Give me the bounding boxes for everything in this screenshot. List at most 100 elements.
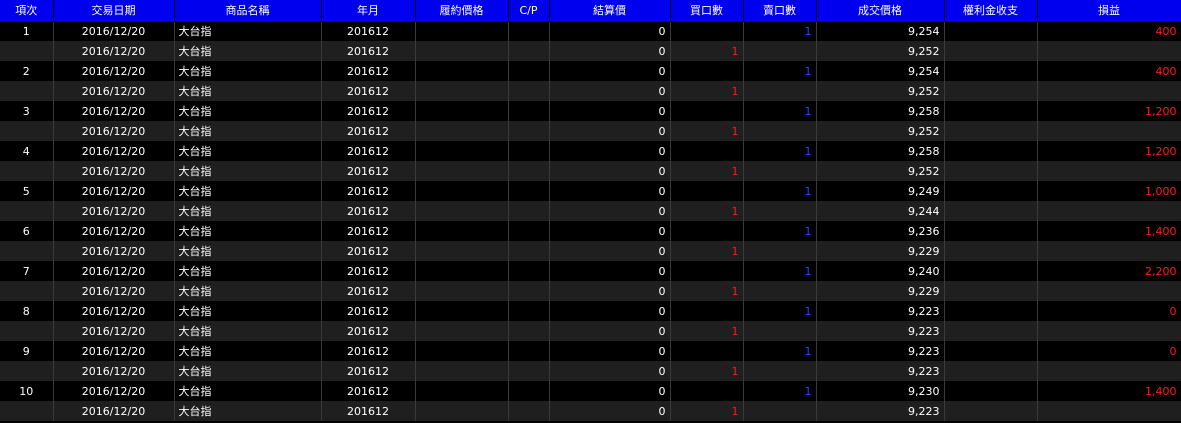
cell-item-no: 5	[0, 181, 54, 201]
cell-premium	[944, 321, 1038, 341]
cell-trade-date: 2016/12/20	[53, 401, 175, 421]
cell-year-month: 201612	[321, 61, 416, 81]
cell-item-no	[0, 401, 54, 421]
col-header-settle[interactable]: 結算價	[549, 0, 671, 22]
cell-settle: 0	[549, 161, 671, 181]
cell-year-month: 201612	[321, 121, 416, 141]
cell-product: 大台指	[174, 201, 322, 221]
cell-settle: 0	[549, 41, 671, 61]
cell-item-no	[0, 241, 54, 261]
cell-settle: 0	[549, 21, 671, 41]
cell-strike	[415, 321, 509, 341]
cell-trade-date: 2016/12/20	[53, 341, 175, 361]
table-row[interactable]: 6 2016/12/20 大台指 201612 0 1 9,236 1,400	[0, 221, 1181, 241]
cell-price: 9,236	[816, 221, 945, 241]
table-row[interactable]: 2016/12/20 大台指 201612 0 1 9,252	[0, 81, 1181, 101]
table-row[interactable]: 2016/12/20 大台指 201612 0 1 9,229	[0, 281, 1181, 301]
col-header-sell-qty[interactable]: 賣口數	[743, 0, 817, 22]
cell-trade-date: 2016/12/20	[53, 61, 175, 81]
col-header-premium[interactable]: 權利金收支	[944, 0, 1038, 22]
cell-sell-qty: 1	[743, 141, 817, 161]
cell-buy-qty: 1	[670, 361, 744, 381]
cell-strike	[415, 261, 509, 281]
cell-trade-date: 2016/12/20	[53, 101, 175, 121]
col-header-no[interactable]: 項次	[0, 0, 54, 22]
cell-price: 9,229	[816, 241, 945, 261]
cell-buy-qty	[670, 181, 744, 201]
cell-pnl: 400	[1037, 61, 1181, 81]
cell-pnl	[1037, 361, 1181, 381]
cell-sell-qty: 1	[743, 181, 817, 201]
cell-pnl	[1037, 241, 1181, 261]
table-row[interactable]: 2016/12/20 大台指 201612 0 1 9,229	[0, 241, 1181, 261]
table-row[interactable]: 2016/12/20 大台指 201612 0 1 9,223	[0, 401, 1181, 421]
cell-settle: 0	[549, 261, 671, 281]
cell-item-no: 10	[0, 381, 54, 401]
table-row[interactable]: 9 2016/12/20 大台指 201612 0 1 9,223 0	[0, 341, 1181, 361]
table-row[interactable]: 2016/12/20 大台指 201612 0 1 9,244	[0, 201, 1181, 221]
cell-cp	[508, 281, 550, 301]
table-row[interactable]: 2016/12/20 大台指 201612 0 1 9,223	[0, 361, 1181, 381]
cell-price: 9,254	[816, 21, 945, 41]
table-row[interactable]: 2016/12/20 大台指 201612 0 1 9,252	[0, 41, 1181, 61]
cell-price: 9,252	[816, 41, 945, 61]
col-header-product[interactable]: 商品名稱	[174, 0, 322, 22]
cell-buy-qty: 1	[670, 321, 744, 341]
col-header-year-month[interactable]: 年月	[321, 0, 416, 22]
col-header-price[interactable]: 成交價格	[816, 0, 945, 22]
table-row[interactable]: 1 2016/12/20 大台指 201612 0 1 9,254 400	[0, 21, 1181, 41]
cell-product: 大台指	[174, 401, 322, 421]
cell-settle: 0	[549, 321, 671, 341]
cell-price: 9,223	[816, 361, 945, 381]
cell-trade-date: 2016/12/20	[53, 301, 175, 321]
col-header-pnl[interactable]: 損益	[1037, 0, 1181, 22]
table-row[interactable]: 2016/12/20 大台指 201612 0 1 9,252	[0, 121, 1181, 141]
cell-year-month: 201612	[321, 161, 416, 181]
cell-settle: 0	[549, 301, 671, 321]
table-row[interactable]: 2016/12/20 大台指 201612 0 1 9,252	[0, 161, 1181, 181]
cell-trade-date: 2016/12/20	[53, 241, 175, 261]
table-row[interactable]: 10 2016/12/20 大台指 201612 0 1 9,230 1,400	[0, 381, 1181, 401]
cell-buy-qty: 1	[670, 81, 744, 101]
cell-pnl	[1037, 81, 1181, 101]
cell-item-no: 1	[0, 21, 54, 41]
cell-price: 9,240	[816, 261, 945, 281]
cell-price: 9,223	[816, 341, 945, 361]
cell-price: 9,252	[816, 121, 945, 141]
cell-cp	[508, 41, 550, 61]
cell-premium	[944, 241, 1038, 261]
cell-product: 大台指	[174, 281, 322, 301]
cell-settle: 0	[549, 281, 671, 301]
table-row[interactable]: 8 2016/12/20 大台指 201612 0 1 9,223 0	[0, 301, 1181, 321]
cell-pnl: 1,000	[1037, 181, 1181, 201]
cell-product: 大台指	[174, 101, 322, 121]
cell-premium	[944, 161, 1038, 181]
cell-cp	[508, 261, 550, 281]
cell-premium	[944, 121, 1038, 141]
cell-pnl	[1037, 321, 1181, 341]
cell-item-no	[0, 161, 54, 181]
table-row[interactable]: 3 2016/12/20 大台指 201612 0 1 9,258 1,200	[0, 101, 1181, 121]
col-header-strike[interactable]: 履約價格	[415, 0, 509, 22]
cell-cp	[508, 381, 550, 401]
cell-product: 大台指	[174, 81, 322, 101]
cell-sell-qty	[743, 321, 817, 341]
table-row[interactable]: 2016/12/20 大台指 201612 0 1 9,223	[0, 321, 1181, 341]
table-row[interactable]: 5 2016/12/20 大台指 201612 0 1 9,249 1,000	[0, 181, 1181, 201]
col-header-date[interactable]: 交易日期	[53, 0, 175, 22]
cell-pnl	[1037, 121, 1181, 141]
col-header-cp[interactable]: C/P	[508, 0, 550, 22]
cell-settle: 0	[549, 401, 671, 421]
cell-settle: 0	[549, 221, 671, 241]
cell-year-month: 201612	[321, 201, 416, 221]
table-row[interactable]: 2 2016/12/20 大台指 201612 0 1 9,254 400	[0, 61, 1181, 81]
col-header-buy-qty[interactable]: 買口數	[670, 0, 744, 22]
cell-pnl	[1037, 401, 1181, 421]
cell-premium	[944, 201, 1038, 221]
table-row[interactable]: 7 2016/12/20 大台指 201612 0 1 9,240 2,200	[0, 261, 1181, 281]
table-row[interactable]: 4 2016/12/20 大台指 201612 0 1 9,258 1,200	[0, 141, 1181, 161]
cell-item-no	[0, 41, 54, 61]
cell-buy-qty	[670, 141, 744, 161]
cell-strike	[415, 361, 509, 381]
cell-cp	[508, 21, 550, 41]
